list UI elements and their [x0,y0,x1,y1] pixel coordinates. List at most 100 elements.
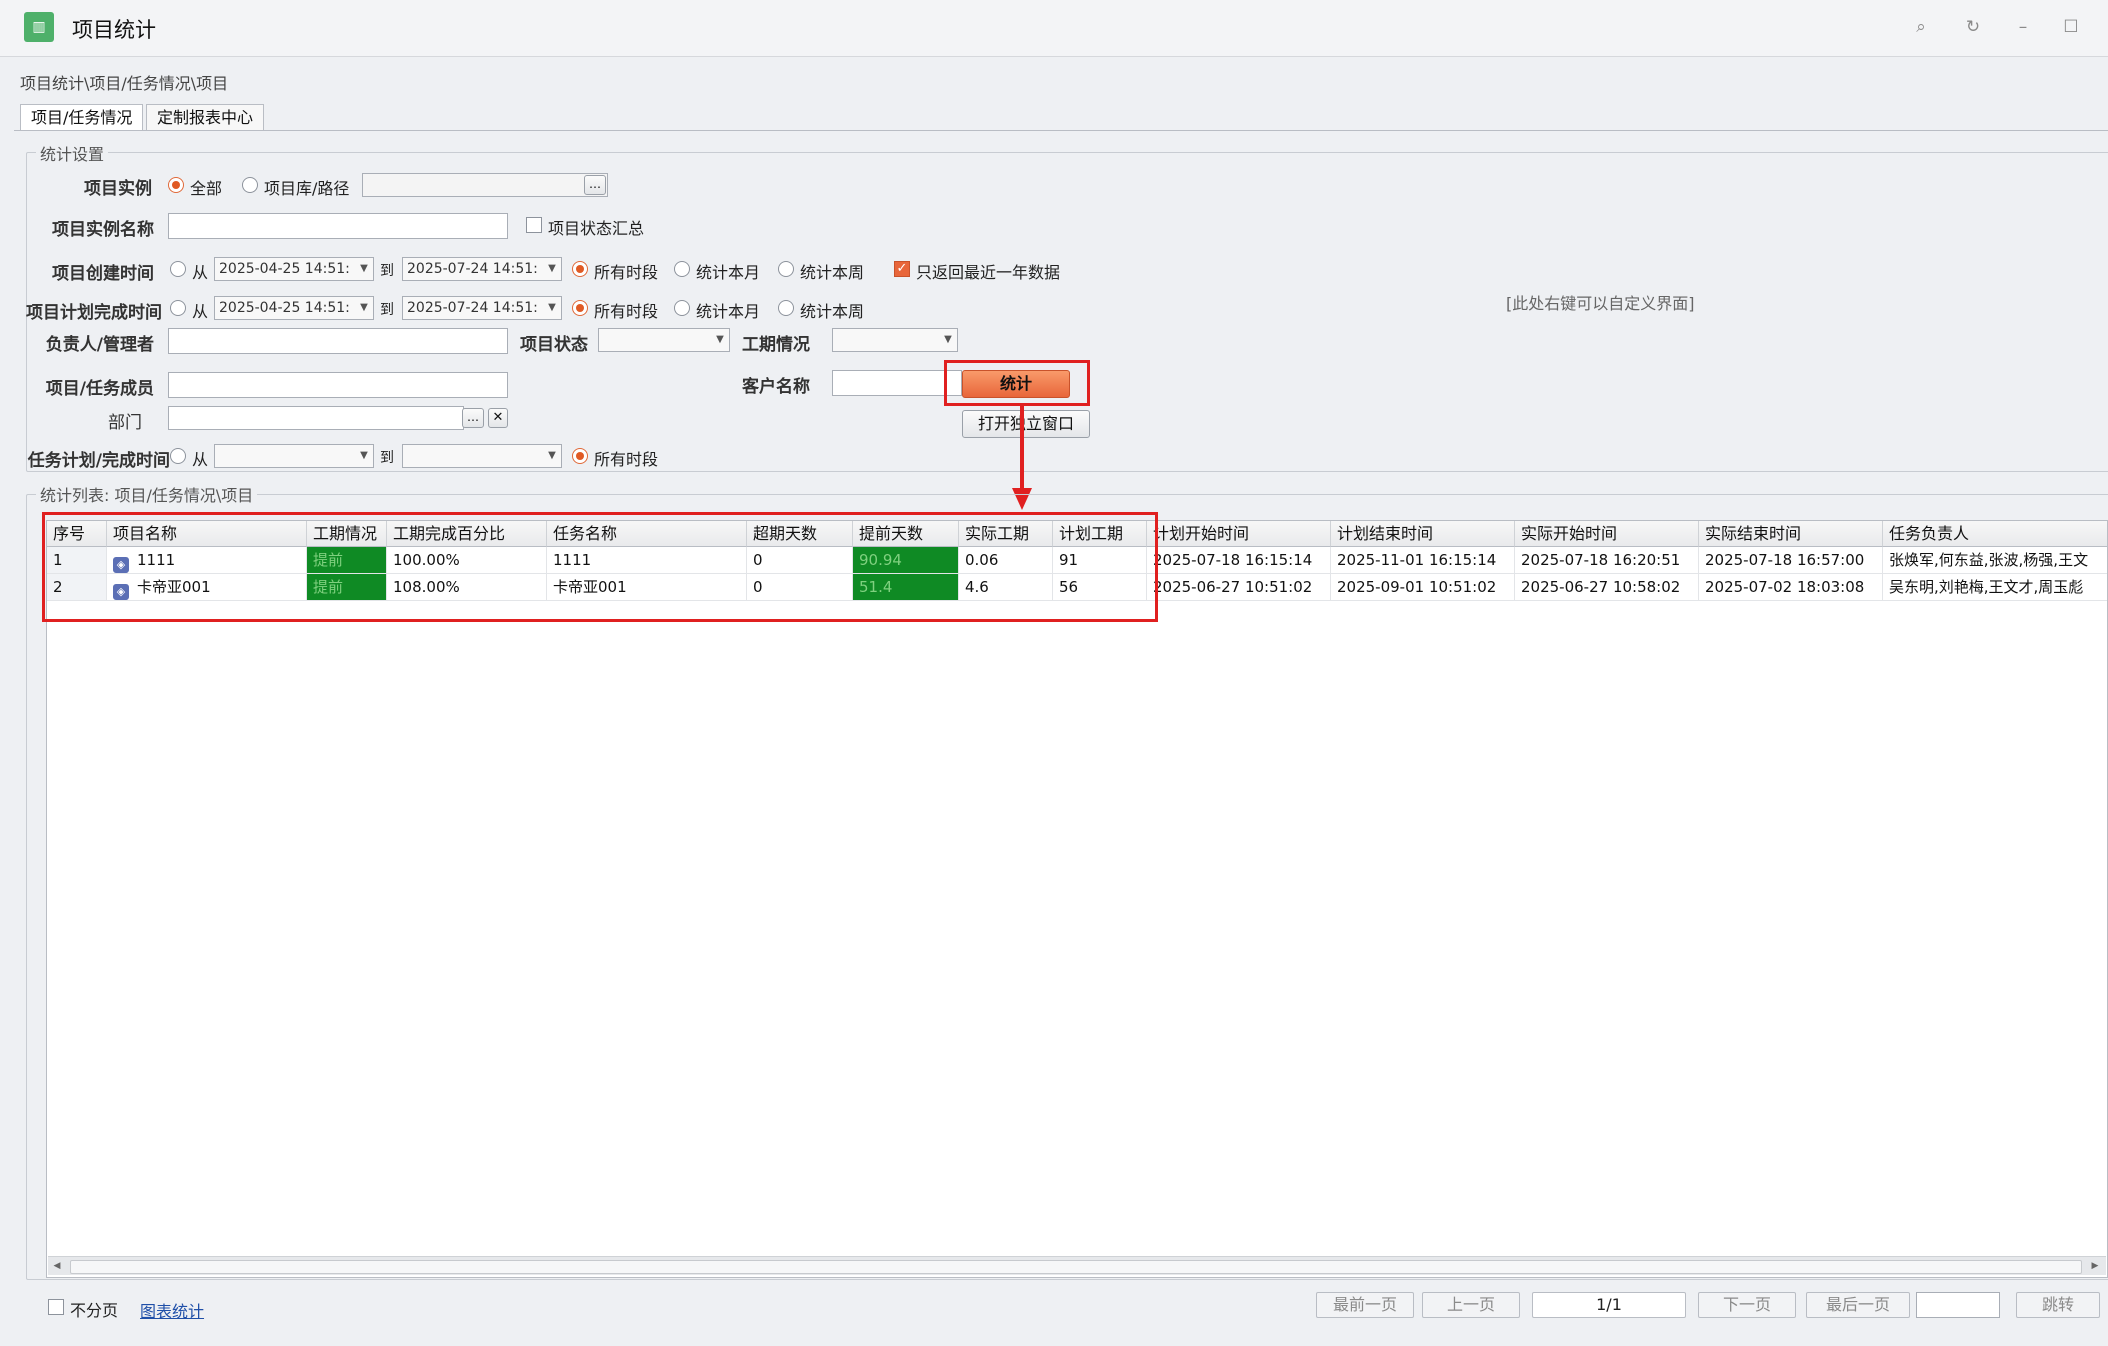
instance-path-label: 项目库/路径 [264,179,350,198]
create-month-radio[interactable] [674,261,690,277]
chevron-down-icon: ▼ [360,450,368,461]
col-plan-start-cell[interactable]: 2025-07-18 16:15:14 [1147,547,1331,574]
task-all-radio[interactable] [572,448,588,464]
plan-to-date[interactable]: 2025-07-24 14:51: ▼ [402,296,562,320]
customize-hint: [此处右键可以自定义界面] [1506,294,1695,313]
create-from-radio[interactable] [170,261,186,277]
create-week-radio[interactable] [778,261,794,277]
create-time-label: 项目创建时间 [52,264,154,284]
clear-department-icon[interactable]: ✕ [488,408,508,428]
last-year-checkbox[interactable]: ✓ [894,261,910,277]
breadcrumb: 项目统计\项目/任务情况\项目 [20,74,229,93]
department-input[interactable] [168,406,464,430]
instance-name-input[interactable] [168,213,508,239]
project-status-select[interactable]: ▼ [598,328,730,352]
project-status-label: 项目状态 [520,335,588,355]
create-all-label: 所有时段 [594,263,659,282]
chart-app-icon: ▥ [24,12,54,42]
col-owner-cell[interactable]: 张焕军,何东益,张波,杨强,王文 [1883,547,2107,574]
window-title: 项目统计 [72,18,156,42]
col-plan-end-cell[interactable]: 2025-11-01 16:15:14 [1331,547,1515,574]
list-legend: 统计列表: 项目/任务情况\项目 [36,482,258,506]
task-from-radio[interactable] [170,448,186,464]
horizontal-scrollbar[interactable]: ◀ ▶ [48,1256,2106,1275]
manager-input[interactable] [168,328,508,354]
col-real-end-cell[interactable]: 2025-07-18 16:57:00 [1699,547,1883,574]
plan-to-value: 2025-07-24 14:51: [407,300,538,316]
instance-name-label: 项目实例名称 [52,220,154,240]
status-summary-checkbox[interactable] [526,217,542,233]
col-plan-start-cell[interactable]: 2025-06-27 10:51:02 [1147,574,1331,601]
schedule-status-label: 工期情况 [742,335,810,355]
col-plan-start-header[interactable]: 计划开始时间 [1147,521,1331,547]
prev-page-button[interactable]: 上一页 [1422,1292,1520,1318]
col-owner-header[interactable]: 任务负责人 [1883,521,2107,547]
stats-table: 序号 项目名称 工期情况 工期完成百分比 任务名称 超期天数 提前天数 实际工期 计划工期 计划开… [46,520,2108,1278]
department-label: 部门 [108,413,142,433]
col-real-end-header[interactable]: 实际结束时间 [1699,521,1883,547]
table-highlight [42,512,1158,622]
create-from-date[interactable]: 2025-04-25 14:51: ▼ [214,257,374,281]
plan-week-label: 统计本周 [800,302,865,321]
plan-month-label: 统计本月 [696,302,761,321]
customer-label: 客户名称 [742,377,810,397]
col-real-start-cell[interactable]: 2025-06-27 10:58:02 [1515,574,1699,601]
plan-all-radio[interactable] [572,300,588,316]
customer-input[interactable] [832,370,962,396]
instance-all-label: 全部 [190,179,223,198]
chevron-down-icon: ▼ [716,334,724,345]
col-plan-end-cell[interactable]: 2025-09-01 10:51:02 [1331,574,1515,601]
no-paging-checkbox[interactable] [48,1299,64,1315]
tab-project-task[interactable]: 项目/任务情况 [20,104,144,131]
member-label: 项目/任务成员 [45,379,154,399]
browse-department-button[interactable]: … [462,408,484,428]
jump-button[interactable]: 跳转 [2016,1292,2100,1318]
schedule-status-select[interactable]: ▼ [832,328,958,352]
plan-from-value: 2025-04-25 14:51: [219,300,350,316]
plan-week-radio[interactable] [778,300,794,316]
minimize-icon[interactable]: – [2008,12,2038,42]
chevron-down-icon: ▼ [360,263,368,274]
jump-page-input[interactable] [1916,1292,2000,1318]
plan-from-date[interactable]: 2025-04-25 14:51: ▼ [214,296,374,320]
plan-from-radio[interactable] [170,300,186,316]
task-to-label: 到 [380,450,394,466]
chevron-down-icon: ▼ [548,302,556,313]
task-to-date[interactable]: ▼ [402,444,562,468]
manager-label: 负责人/管理者 [45,335,154,355]
plan-from-label: 从 [192,302,209,321]
tab-custom-report[interactable]: 定制报表中心 [146,104,265,131]
chevron-down-icon: ▼ [360,302,368,313]
tab-divider [14,130,2108,131]
chevron-down-icon: ▼ [944,334,952,345]
refresh-icon[interactable]: ↻ [1958,12,1988,42]
scroll-left-icon[interactable]: ◀ [50,1259,64,1273]
stat-button[interactable]: 统计 [962,370,1070,398]
scroll-right-icon[interactable]: ▶ [2088,1259,2102,1273]
browse-path-button[interactable]: … [584,175,606,195]
plan-month-radio[interactable] [674,300,690,316]
col-real-end-cell[interactable]: 2025-07-02 18:03:08 [1699,574,1883,601]
status-summary-label: 项目状态汇总 [548,219,645,238]
instance-path-radio[interactable] [242,177,258,193]
maximize-icon[interactable]: ☐ [2056,12,2086,42]
member-input[interactable] [168,372,508,398]
chart-stat-link[interactable]: 图表统计 [140,1298,204,1322]
create-to-date[interactable]: 2025-07-24 14:51: ▼ [402,257,562,281]
title-bar [0,0,2108,57]
plan-all-label: 所有时段 [594,302,659,321]
col-real-start-header[interactable]: 实际开始时间 [1515,521,1699,547]
task-from-date[interactable]: ▼ [214,444,374,468]
instance-all-radio[interactable] [168,177,184,193]
col-real-start-cell[interactable]: 2025-07-18 16:20:51 [1515,547,1699,574]
col-plan-end-header[interactable]: 计划结束时间 [1331,521,1515,547]
search-icon[interactable]: ⌕ [1906,12,1936,42]
instance-path-field[interactable] [362,173,608,197]
scrollbar-thumb[interactable] [70,1260,2082,1274]
first-page-button[interactable]: 最前一页 [1316,1292,1414,1318]
next-page-button[interactable]: 下一页 [1698,1292,1796,1318]
create-all-radio[interactable] [572,261,588,277]
last-page-button[interactable]: 最后一页 [1806,1292,1910,1318]
col-owner-cell[interactable]: 吴东明,刘艳梅,王文才,周玉彪 [1883,574,2107,601]
plan-finish-label: 项目计划完成时间 [26,303,162,323]
